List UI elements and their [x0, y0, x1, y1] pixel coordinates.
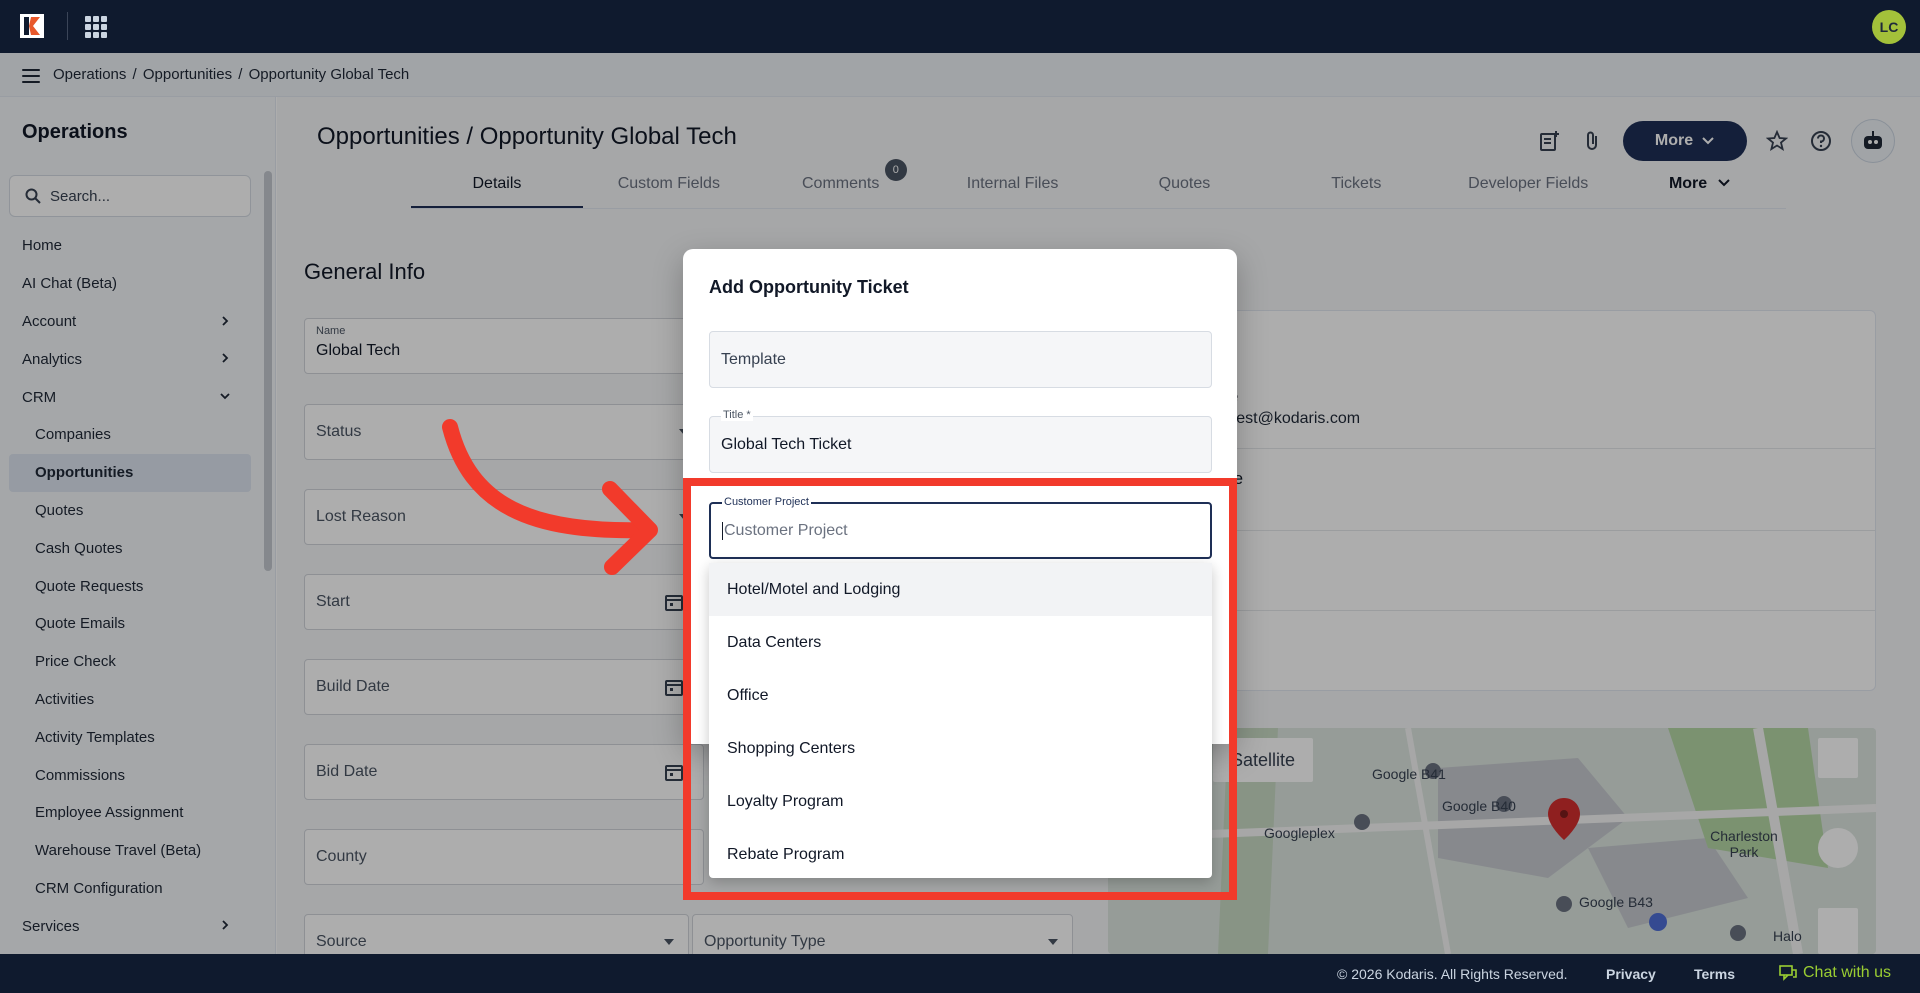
- customer-project-option[interactable]: Shopping Centers: [709, 722, 1212, 775]
- kodaris-logo[interactable]: [20, 14, 44, 38]
- privacy-link[interactable]: Privacy: [1606, 966, 1656, 982]
- customer-project-label: Customer Project: [722, 496, 811, 508]
- copyright-text: © 2026 Kodaris. All Rights Reserved.: [1337, 966, 1568, 982]
- user-avatar[interactable]: LC: [1872, 10, 1906, 44]
- template-placeholder: Template: [721, 350, 786, 368]
- title-field-value: Global Tech Ticket: [721, 435, 852, 453]
- chat-label: Chat with us: [1803, 964, 1892, 981]
- customer-project-option[interactable]: Hotel/Motel and Lodging: [709, 563, 1212, 616]
- customer-project-option[interactable]: Office: [709, 669, 1212, 722]
- footer: © 2026 Kodaris. All Rights Reserved. Pri…: [0, 954, 1920, 993]
- chat-with-us-button[interactable]: Chat with us: [1779, 964, 1891, 982]
- chat-icon: [1779, 965, 1797, 981]
- app-grid-icon[interactable]: [85, 16, 107, 38]
- customer-project-placeholder: Customer Project: [724, 521, 848, 539]
- terms-link[interactable]: Terms: [1694, 966, 1735, 982]
- dialog-title: Add Opportunity Ticket: [709, 277, 909, 297]
- customer-project-option[interactable]: Loyalty Program: [709, 775, 1212, 828]
- customer-project-input[interactable]: Customer Project Customer Project: [709, 496, 1212, 559]
- topbar-divider: [67, 12, 68, 40]
- top-bar: LC: [0, 0, 1920, 53]
- customer-project-option[interactable]: Data Centers: [709, 616, 1212, 669]
- title-field[interactable]: Title * Global Tech Ticket: [709, 409, 1212, 473]
- annotation-arrow-icon: [442, 419, 658, 575]
- customer-project-dropdown: Hotel/Motel and Lodging Data Centers Offic…: [709, 563, 1212, 878]
- template-select[interactable]: Template: [709, 331, 1212, 388]
- customer-project-option[interactable]: Rebate Program: [709, 828, 1212, 881]
- text-cursor: [722, 521, 723, 540]
- title-field-label: Title *: [721, 409, 753, 421]
